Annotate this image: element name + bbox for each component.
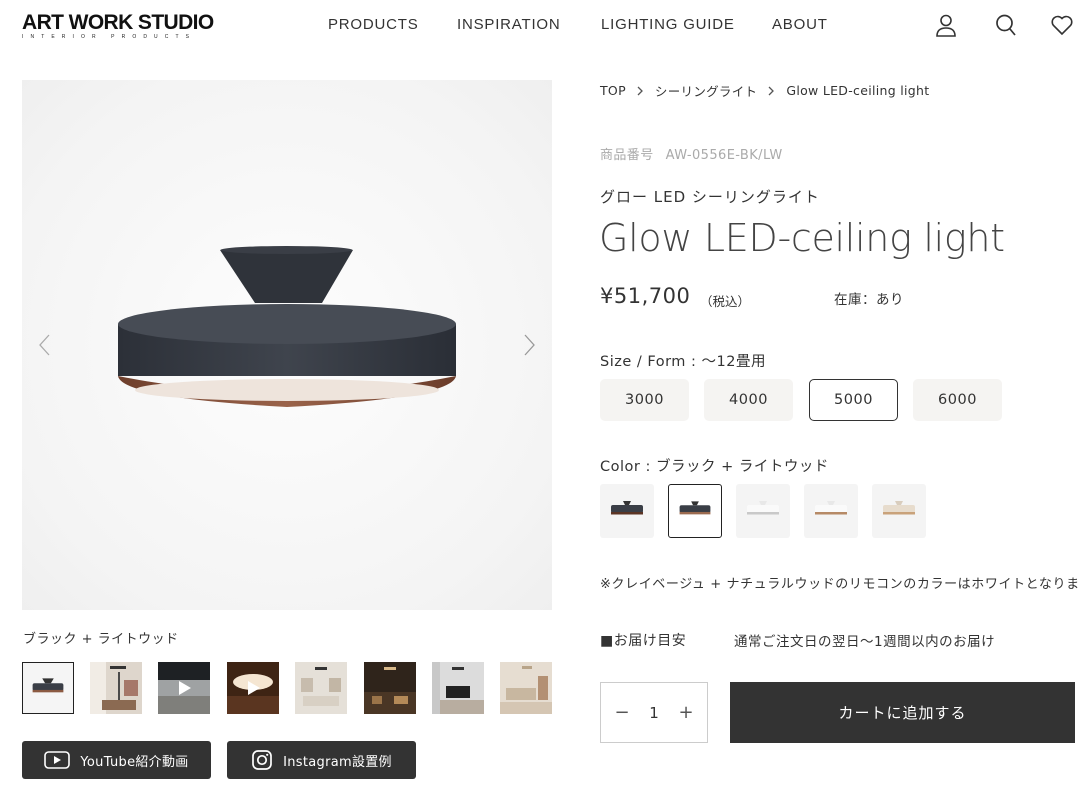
logo-wordmark: ART WORK STUDIO (22, 11, 214, 34)
chevron-right-icon (768, 86, 775, 96)
breadcrumb-top[interactable]: TOP (600, 83, 626, 98)
instagram-example-button[interactable]: Instagram設置例 (227, 741, 416, 779)
search-icon[interactable] (993, 12, 1019, 38)
thumbnail-room-bright[interactable] (295, 662, 347, 714)
user-icon[interactable] (933, 12, 959, 38)
color-swatch-white-wood[interactable] (804, 484, 858, 538)
thumbnail-video-lit[interactable] (227, 662, 279, 714)
nav-inspiration[interactable]: INSPIRATION (457, 16, 561, 34)
breadcrumb-current: Glow LED-ceiling light (786, 83, 930, 98)
sku-label: 商品番号 (600, 148, 654, 163)
thumbnail-room-lamp[interactable] (90, 662, 142, 714)
youtube-icon (44, 751, 71, 769)
youtube-button-label: YouTube紹介動画 (80, 754, 189, 770)
product-name-jp: グロー LED シーリングライト (600, 188, 820, 206)
remote-color-note: ※クレイベージュ + ナチュラルウッドのリモコンのカラーはホワイトとなります (600, 577, 1080, 592)
image-caption: ブラック + ライトウッド (23, 632, 179, 647)
instagram-icon (251, 749, 273, 771)
instagram-button-label: Instagram設置例 (283, 754, 392, 770)
add-to-cart-button[interactable]: カートに追加する (730, 682, 1075, 743)
color-label: Color : ブラック + ライトウッド (600, 459, 829, 475)
size-option-3000[interactable]: 3000 (600, 379, 689, 421)
product-sku: 商品番号 AW-0556E-BK/LW (600, 144, 783, 163)
product-main-image (22, 80, 552, 610)
delivery-estimate: 通常ご注文日の翌日〜1週間以内のお届け (734, 634, 996, 650)
sku-value: AW-0556E-BK/LW (665, 148, 783, 163)
thumbnail-video-dark[interactable] (158, 662, 210, 714)
nav-lighting-guide[interactable]: LIGHTING GUIDE (601, 16, 735, 34)
thumbnail-product[interactable] (22, 662, 74, 714)
chevron-right-icon (637, 86, 644, 96)
youtube-video-button[interactable]: YouTube紹介動画 (22, 741, 211, 779)
size-option-6000[interactable]: 6000 (913, 379, 1002, 421)
stock-status: 在庫：あり (834, 292, 904, 308)
size-label: Size / Form : 〜12畳用 (600, 354, 766, 370)
nav-about[interactable]: ABOUT (772, 16, 828, 34)
nav-products[interactable]: PRODUCTS (328, 16, 419, 34)
tax-included-label: （税込） (700, 294, 751, 309)
color-swatch-beige-natural[interactable] (872, 484, 926, 538)
heart-icon[interactable] (1049, 12, 1075, 38)
thumbnail-room-dark[interactable] (364, 662, 416, 714)
color-swatch-white-gray[interactable] (736, 484, 790, 538)
color-swatch-black-walnut[interactable] (600, 484, 654, 538)
site-logo[interactable]: ART WORK STUDIO INTERIOR PRODUCTS (22, 11, 254, 41)
color-swatch-black-lightwood[interactable] (668, 484, 722, 538)
product-title: Glow LED-ceiling light (599, 216, 1005, 260)
quantity-increase-button[interactable]: + (678, 703, 693, 723)
prev-image-arrow[interactable] (32, 332, 58, 358)
breadcrumb: TOP シーリングライト Glow LED-ceiling light (600, 81, 929, 100)
size-option-5000[interactable]: 5000 (809, 379, 898, 421)
lamp-photo (118, 246, 456, 407)
thumbnail-living-room[interactable] (432, 662, 484, 714)
size-option-4000[interactable]: 4000 (704, 379, 793, 421)
quantity-value[interactable]: 1 (649, 704, 659, 722)
delivery-label: ■お届け目安 (600, 633, 687, 649)
quantity-stepper: − 1 + (600, 682, 708, 743)
product-price: ¥51,700 (600, 284, 691, 308)
quantity-decrease-button[interactable]: − (614, 703, 629, 723)
logo-tagline: INTERIOR PRODUCTS (22, 34, 197, 40)
next-image-arrow[interactable] (516, 332, 542, 358)
thumbnail-living-beige[interactable] (500, 662, 552, 714)
breadcrumb-category[interactable]: シーリングライト (655, 81, 757, 100)
